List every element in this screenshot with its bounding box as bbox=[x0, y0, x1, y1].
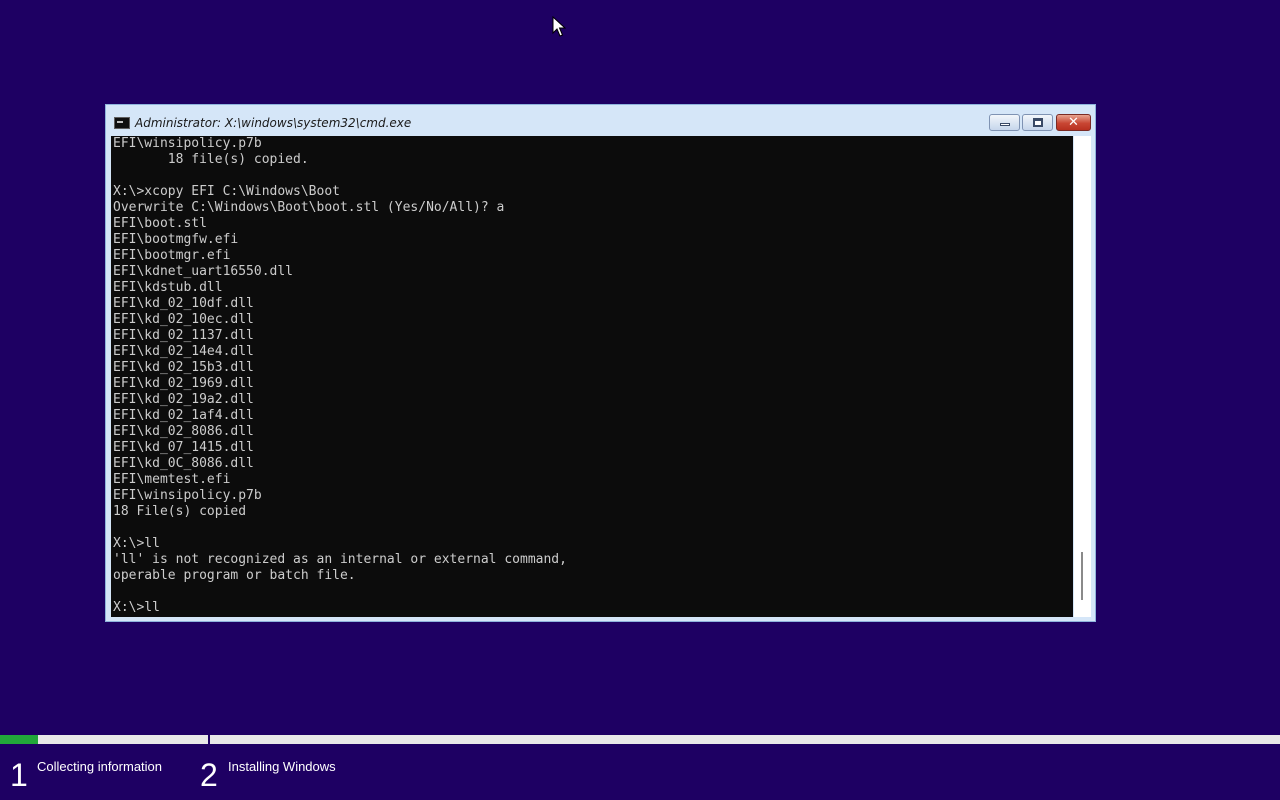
console-line: EFI\winsipolicy.p7b bbox=[113, 488, 262, 503]
console-line: EFI\kd_02_10df.dll bbox=[113, 296, 254, 311]
mouse-pointer-icon bbox=[552, 16, 566, 37]
console-line: EFI\kdstub.dll bbox=[113, 280, 223, 295]
console-line: EFI\kd_02_1969.dll bbox=[113, 376, 254, 391]
step-1-label: Collecting information bbox=[37, 759, 163, 774]
step-2-number: 2 bbox=[200, 757, 218, 793]
title-bar[interactable]: Administrator: X:\windows\system32\cmd.e… bbox=[106, 105, 1095, 135]
scrollbar-thumb[interactable] bbox=[1081, 552, 1083, 600]
console-line: EFI\kdnet_uart16550.dll bbox=[113, 264, 294, 279]
setup-progress-bar bbox=[0, 735, 1280, 744]
vertical-scrollbar[interactable] bbox=[1074, 136, 1091, 617]
console-output[interactable]: EFI\winsipolicy.p7b 18 file(s) copied. X… bbox=[111, 136, 1073, 617]
console-line: EFI\kd_02_8086.dll bbox=[113, 424, 254, 439]
console-line: EFI\bootmgr.efi bbox=[113, 248, 231, 263]
console-line: EFI\kd_02_15b3.dll bbox=[113, 360, 254, 375]
cmd-window[interactable]: Administrator: X:\windows\system32\cmd.e… bbox=[105, 104, 1096, 622]
console-line: X:\>ll bbox=[113, 536, 160, 551]
close-button[interactable]: ✕ bbox=[1056, 114, 1091, 131]
console-line: EFI\kd_02_1137.dll bbox=[113, 328, 254, 343]
console-line: EFI\kd_07_1415.dll bbox=[113, 440, 254, 455]
step-1-number: 1 bbox=[10, 757, 28, 793]
console-line: EFI\boot.stl bbox=[113, 216, 207, 231]
setup-progress-fill bbox=[0, 735, 39, 744]
console-line: EFI\kd_02_1af4.dll bbox=[113, 408, 254, 423]
progress-step-divider bbox=[208, 730, 210, 746]
console-line: 18 File(s) copied bbox=[113, 504, 247, 519]
console-line: EFI\winsipolicy.p7b bbox=[113, 136, 262, 151]
cmd-icon bbox=[114, 117, 130, 129]
console-line: EFI\kd_02_14e4.dll bbox=[113, 344, 254, 359]
maximize-icon bbox=[1033, 118, 1043, 127]
close-icon: ✕ bbox=[1068, 115, 1079, 130]
console-line: 18 file(s) copied. bbox=[113, 152, 309, 167]
maximize-button[interactable] bbox=[1022, 114, 1053, 131]
console-text: EFI\winsipolicy.p7b 18 file(s) copied. X… bbox=[111, 136, 1073, 616]
console-line: Overwrite C:\Windows\Boot\boot.stl (Yes/… bbox=[113, 200, 505, 215]
window-title: Administrator: X:\windows\system32\cmd.e… bbox=[135, 116, 412, 130]
console-line: EFI\memtest.efi bbox=[113, 472, 231, 487]
console-line: X:\>ll bbox=[113, 600, 160, 615]
console-line: EFI\bootmgfw.efi bbox=[113, 232, 239, 247]
console-line: EFI\kd_02_10ec.dll bbox=[113, 312, 254, 327]
step-2-label: Installing Windows bbox=[228, 759, 336, 774]
console-line: X:\>xcopy EFI C:\Windows\Boot bbox=[113, 184, 340, 199]
console-line: operable program or batch file. bbox=[113, 568, 356, 583]
minimize-button[interactable] bbox=[989, 114, 1020, 131]
minimize-icon bbox=[1000, 123, 1010, 126]
console-line: 'll' is not recognized as an internal or… bbox=[113, 552, 567, 567]
console-line: EFI\kd_0C_8086.dll bbox=[113, 456, 254, 471]
console-line: EFI\kd_02_19a2.dll bbox=[113, 392, 254, 407]
